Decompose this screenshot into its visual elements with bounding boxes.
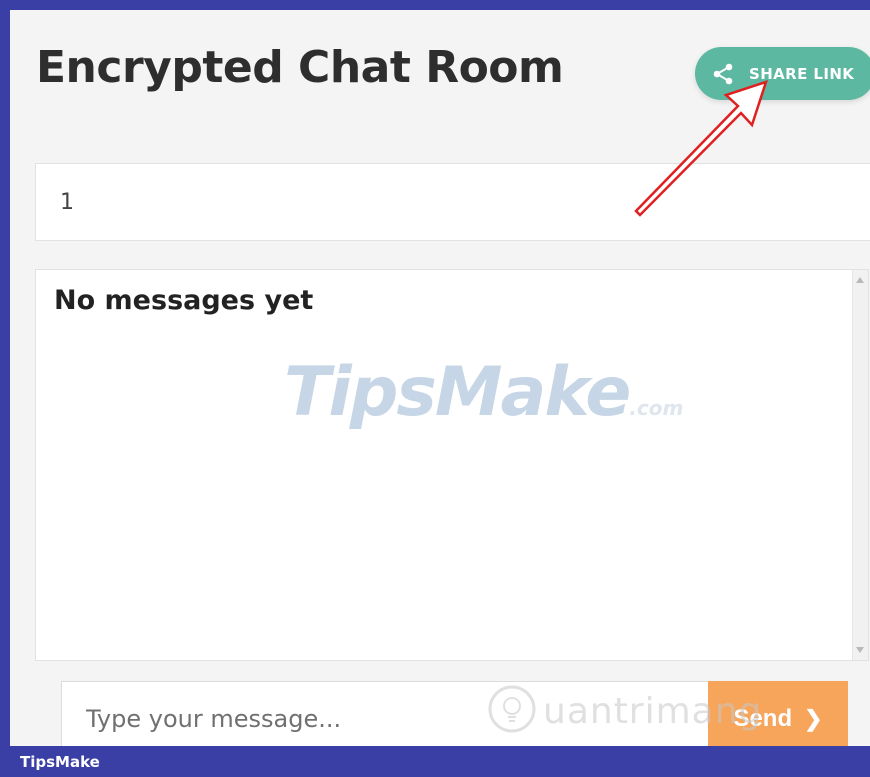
message-input[interactable] [61, 681, 709, 756]
send-button[interactable]: Send ❯ [708, 681, 848, 756]
watermark-suffix-text: .com [629, 396, 684, 420]
share-icon [711, 62, 735, 86]
room-link-value: 1 [60, 189, 74, 215]
share-link-button[interactable]: SHARE LINK [695, 47, 870, 100]
messages-scrollbar[interactable] [852, 270, 868, 660]
chat-app: Encrypted Chat Room SHARE LINK 1 No mess… [10, 10, 870, 777]
message-composer: Send ❯ [35, 661, 870, 756]
page-title: Encrypted Chat Room [36, 42, 564, 93]
empty-messages-text: No messages yet [54, 285, 314, 316]
room-link-field[interactable]: 1 [35, 163, 870, 241]
footer-bar: TipsMake [0, 746, 870, 777]
share-link-label: SHARE LINK [749, 64, 855, 83]
watermark-main-text: TipsMake [284, 353, 631, 432]
tipsmake-watermark: TipsMake.com [284, 353, 683, 432]
scroll-up-arrow-icon[interactable] [856, 277, 864, 283]
send-label: Send [733, 704, 793, 732]
footer-brand: TipsMake [20, 752, 100, 771]
scroll-down-arrow-icon[interactable] [856, 647, 864, 653]
chevron-right-icon: ❯ [804, 705, 823, 731]
messages-panel: No messages yet TipsMake.com [35, 269, 869, 661]
